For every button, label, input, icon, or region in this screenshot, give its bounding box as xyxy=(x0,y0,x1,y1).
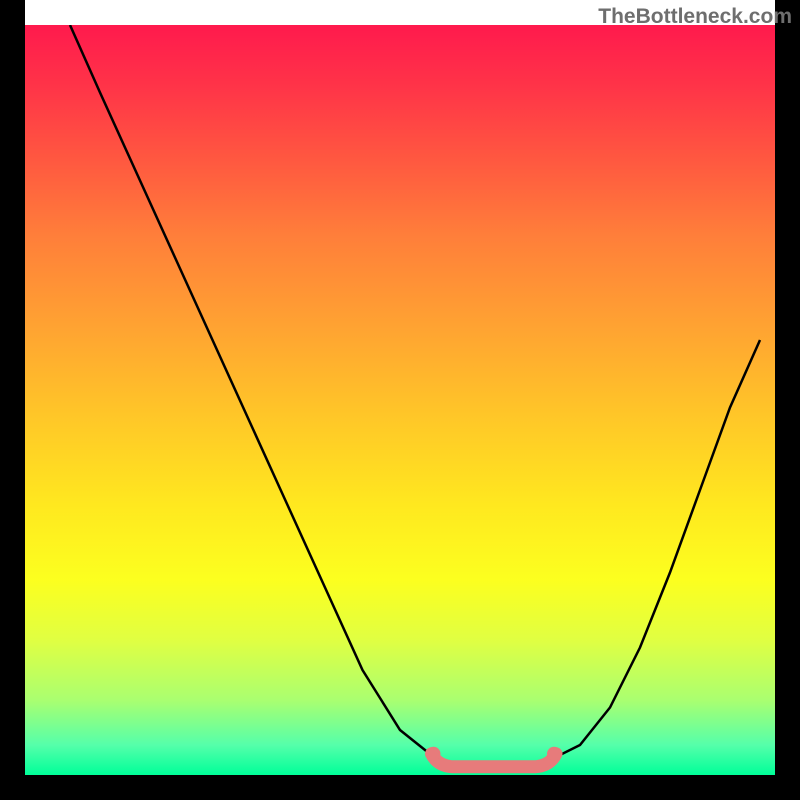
bottom-border xyxy=(0,775,800,800)
bottleneck-curve xyxy=(70,25,760,768)
marker-dot xyxy=(427,747,441,761)
left-border xyxy=(0,0,25,800)
right-border xyxy=(775,0,800,800)
chart-svg xyxy=(25,25,775,775)
marker-dot xyxy=(547,747,561,761)
watermark-text: TheBottleneck.com xyxy=(598,5,792,29)
flat-region-marker xyxy=(427,747,562,767)
chart-area xyxy=(25,25,775,775)
marker-path xyxy=(432,754,557,767)
curve-path xyxy=(70,25,760,768)
